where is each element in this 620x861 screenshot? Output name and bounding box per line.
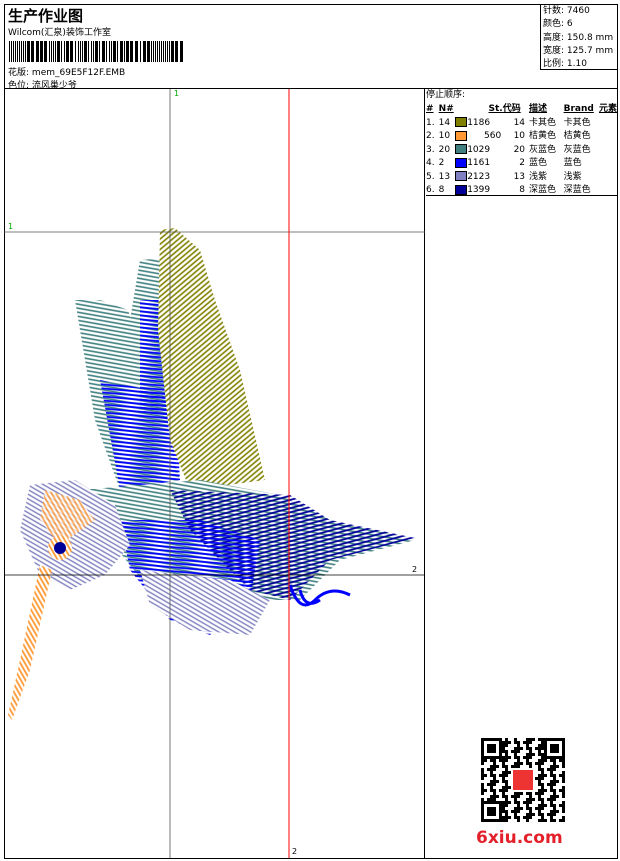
- panel-divider: [426, 195, 617, 196]
- stats-box: 针数: 7460 颜色: 6 高度: 150.8 mm 宽度: 125.7 mm…: [540, 4, 618, 70]
- color-table: # N# St. 代码 描述 Brand 元素 1. 14 1186 14 卡其色 卡其色…: [426, 103, 617, 198]
- color-swatch: [455, 130, 468, 141]
- stat-colors: 颜色: 6: [543, 19, 573, 30]
- color-swatch: [455, 157, 468, 168]
- embroidery-preview: [4, 89, 425, 858]
- pattern-label: 花版:: [8, 68, 30, 78]
- stat-width: 宽度: 125.7 mm: [543, 45, 614, 56]
- color-swatch: [455, 171, 468, 182]
- color-row: 5. 13 2123 13 浅紫 浅紫: [426, 171, 582, 182]
- color-swatch: [455, 184, 468, 195]
- stop-sequence-panel: 停止顺序: # N# St. 代码 描述 Brand 元素 1. 14 1186 14…: [426, 89, 617, 198]
- page-title: 生产作业图: [8, 7, 84, 25]
- stat-stitches: 针数: 7460: [543, 6, 590, 16]
- design-canvas: 1 1 2 2: [4, 89, 425, 858]
- color-row: 1. 14 1186 14 卡其色 卡其色: [426, 117, 591, 128]
- company-name: Wilcom(汇泉)装饰工作室: [8, 28, 111, 38]
- barcode: [9, 41, 189, 62]
- pattern-value: mem_69E5F12F.EMB: [31, 68, 126, 78]
- marker-v2: 2: [292, 847, 298, 856]
- marker-h1: 1: [8, 222, 14, 231]
- pattern-file: 花版: mem_69E5F12F.EMB: [8, 65, 125, 78]
- stop-sequence-title: 停止顺序:: [426, 90, 466, 100]
- color-swatch: [455, 144, 468, 155]
- bird-head: [8, 480, 130, 720]
- qr-code: [481, 738, 565, 822]
- color-swatch: [455, 117, 468, 128]
- marker-h2: 2: [412, 565, 418, 574]
- marker-v1: 1: [174, 89, 180, 98]
- color-row: 2. 10 560 10 桔黄色 桔黄色: [426, 130, 591, 142]
- bird-body: [80, 480, 415, 635]
- watermark-logo: 6xiu.com: [476, 828, 563, 848]
- color-row: 3. 20 1029 20 灰蓝色 灰蓝色: [426, 144, 591, 155]
- stat-scale: 比例: 1.10: [543, 59, 587, 70]
- table-header: # N# St. 代码 描述 Brand 元素: [426, 104, 617, 115]
- header: 生产作业图 Wilcom(汇泉)装饰工作室 花版: mem_69E5F12F.E…: [4, 4, 618, 91]
- stat-height: 高度: 150.8 mm: [543, 32, 614, 43]
- color-row: 4. 2 1161 2 蓝色 蓝色: [426, 157, 582, 169]
